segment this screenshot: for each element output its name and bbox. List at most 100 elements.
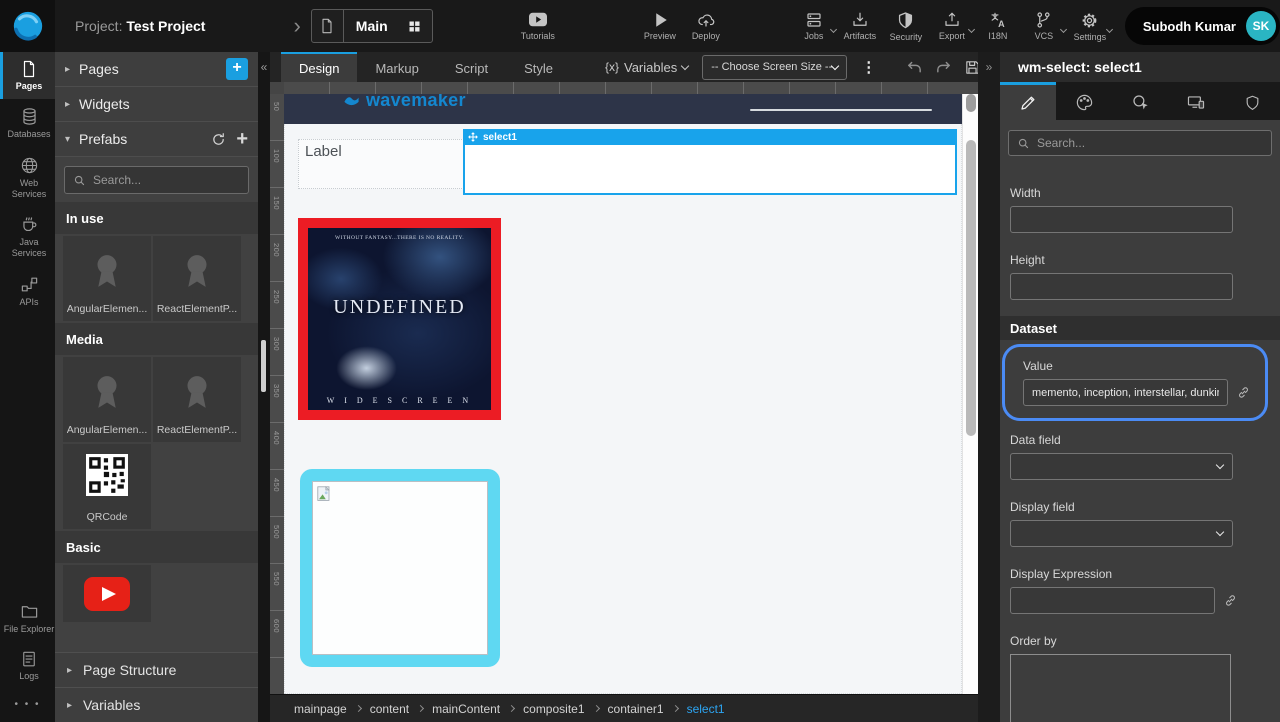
prefab-card-qrcode[interactable]: QRCode	[63, 444, 151, 529]
deploy-icon	[696, 11, 716, 29]
breadcrumb-container1[interactable]: container1	[608, 702, 664, 716]
redo-button[interactable]	[935, 60, 952, 75]
breadcrumb-maincontent[interactable]: mainContent	[432, 702, 500, 716]
tab-devices[interactable]	[1168, 82, 1224, 120]
rail-item-pages[interactable]: Pages	[0, 52, 55, 99]
canvas-vertical-scrollbar[interactable]	[962, 94, 978, 694]
page-selector[interactable]: Main	[311, 9, 433, 43]
prefab-card-youtube[interactable]: Youtube	[63, 565, 151, 622]
add-page-button[interactable]: +	[226, 58, 248, 80]
collapse-panel-button[interactable]: «	[258, 60, 270, 74]
refresh-prefabs-button[interactable]	[211, 132, 226, 147]
select-widget-selected[interactable]: select1	[463, 129, 957, 195]
rail-item-logs[interactable]: Logs	[0, 642, 55, 689]
scrollbar-thumb[interactable]	[966, 140, 976, 436]
breadcrumb-separator-icon	[508, 705, 515, 712]
chevron-down-icon	[1216, 528, 1224, 536]
security-button[interactable]: Security	[883, 11, 929, 42]
screen-size-dropdown[interactable]: -- Choose Screen Size --	[702, 55, 847, 80]
breadcrumb-mainpage[interactable]: mainpage	[294, 702, 347, 716]
breadcrumb-select1[interactable]: select1	[687, 702, 725, 716]
prefab-ribbon-icon	[178, 250, 216, 292]
panel-gap: «	[258, 52, 270, 722]
height-field[interactable]	[1010, 273, 1233, 300]
value-field[interactable]	[1023, 379, 1228, 406]
rail-item-file-explorer[interactable]: File Explorer	[0, 594, 55, 642]
jobs-button[interactable]: Jobs	[791, 11, 837, 41]
i18n-button[interactable]: A I18N	[975, 11, 1021, 41]
deploy-button[interactable]: Deploy	[683, 11, 729, 41]
breadcrumb-separator-icon	[672, 705, 679, 712]
rail-item-web-services[interactable]: Web Services	[0, 148, 55, 208]
display-expression-label: Display Expression	[1010, 567, 1280, 581]
order-by-field[interactable]	[1010, 654, 1231, 722]
export-button[interactable]: Export	[929, 11, 975, 41]
tab-script[interactable]: Script	[437, 52, 506, 82]
expand-inspector-button[interactable]: »	[978, 60, 1000, 74]
prefab-card-react-media[interactable]: ReactElementP...	[153, 357, 241, 442]
variables-icon: {x}	[605, 60, 619, 74]
width-field[interactable]	[1010, 206, 1233, 233]
picture-widget-empty[interactable]	[300, 469, 500, 667]
design-canvas[interactable]: wavemaker Label select1	[284, 94, 962, 694]
prefab-ribbon-icon	[88, 250, 126, 292]
tutorials-button[interactable]: Tutorials	[515, 11, 561, 41]
bind-value-icon[interactable]	[1236, 385, 1251, 400]
import-prefab-button[interactable]: +	[236, 129, 248, 149]
tab-events[interactable]	[1112, 82, 1168, 120]
section-pages[interactable]: ▸ Pages +	[55, 52, 258, 87]
tab-markup[interactable]: Markup	[357, 52, 436, 82]
tab-properties[interactable]	[1000, 82, 1056, 120]
project-chevron-icon[interactable]: ›	[293, 15, 300, 37]
user-menu[interactable]: Subodh Kumar SK	[1125, 7, 1280, 45]
prefab-search[interactable]	[64, 166, 249, 194]
select-widget-tag[interactable]: select1	[463, 129, 957, 145]
topbar-actions: Tutorials Preview Deploy Jobs Artifacts	[471, 11, 1113, 42]
tab-style[interactable]: Style	[506, 52, 571, 82]
vcs-button[interactable]: VCS	[1021, 11, 1067, 41]
breadcrumb-composite1[interactable]: composite1	[523, 702, 584, 716]
database-icon	[20, 107, 39, 126]
section-widgets[interactable]: ▸ Widgets	[55, 87, 258, 122]
section-variables[interactable]: ▸ Variables	[55, 687, 258, 722]
prefab-card-angular-media[interactable]: AngularElemen...	[63, 357, 151, 442]
section-page-structure[interactable]: ▸ Page Structure	[55, 652, 258, 687]
rail-more-button[interactable]: • • •	[0, 689, 55, 722]
label-widget[interactable]: Label	[298, 139, 464, 189]
artifacts-button[interactable]: Artifacts	[837, 11, 883, 41]
page-grid-icon[interactable]	[398, 19, 432, 34]
tab-security[interactable]	[1224, 82, 1280, 120]
tab-styles[interactable]	[1056, 82, 1112, 120]
property-search[interactable]	[1008, 130, 1272, 156]
inspector-strip: »	[978, 52, 1000, 722]
tab-design[interactable]: Design	[281, 52, 357, 82]
undo-button[interactable]	[906, 60, 923, 75]
breadcrumb-content[interactable]: content	[370, 702, 409, 716]
picture-widget-poster[interactable]: WITHOUT FANTASY...THERE IS NO REALITY. U…	[298, 218, 501, 420]
rail-item-java-services[interactable]: Java Services	[0, 207, 55, 267]
variables-dropdown[interactable]: {x} Variables	[605, 60, 688, 75]
rail-item-apis[interactable]: APIs	[0, 267, 55, 315]
select-widget-box[interactable]	[463, 145, 957, 195]
link-icon	[1236, 385, 1251, 400]
data-field-select[interactable]	[1010, 453, 1233, 480]
wavemaker-logo[interactable]	[0, 0, 55, 52]
prefab-search-input[interactable]	[93, 173, 233, 187]
widget-breadcrumb: mainpage content mainContent composite1 …	[270, 694, 978, 722]
property-search-input[interactable]	[1037, 136, 1237, 150]
settings-button[interactable]: Settings	[1067, 11, 1113, 42]
display-field-select[interactable]	[1010, 520, 1233, 547]
panel-scrollbar[interactable]	[261, 340, 266, 392]
preview-icon	[651, 11, 669, 29]
chevron-down-icon	[831, 61, 839, 69]
more-options-button[interactable]: ⋮	[861, 58, 876, 76]
display-expression-field[interactable]	[1010, 587, 1215, 614]
canvas-page-header[interactable]: wavemaker	[284, 94, 962, 124]
preview-button[interactable]: Preview	[637, 11, 683, 41]
dataset-section-header: Dataset	[1000, 316, 1280, 340]
section-prefabs[interactable]: ▾ Prefabs +	[55, 122, 258, 157]
bind-expression-icon[interactable]	[1223, 593, 1238, 608]
prefab-card-react[interactable]: ReactElementP...	[153, 236, 241, 321]
rail-item-databases[interactable]: Databases	[0, 99, 55, 147]
prefab-card-angular[interactable]: AngularElemen...	[63, 236, 151, 321]
